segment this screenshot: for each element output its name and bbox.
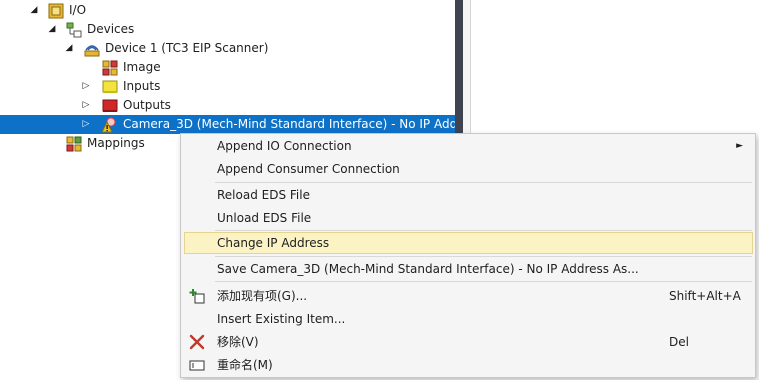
tree-node-outputs[interactable]: ▷ Outputs bbox=[0, 96, 455, 115]
expanded-arrow-icon[interactable]: ◢ bbox=[28, 1, 40, 20]
collapsed-arrow-icon[interactable]: ▷ bbox=[80, 77, 92, 96]
io-folder-icon bbox=[48, 3, 64, 19]
menu-item-reload-eds-file[interactable]: Reload EDS File bbox=[184, 184, 753, 206]
tree-label-outputs: Outputs bbox=[123, 98, 171, 112]
menu-item-add-existing-item[interactable]: 添加现有项(G)... Shift+Alt+A bbox=[184, 285, 753, 307]
menu-separator bbox=[215, 281, 752, 282]
menu-separator bbox=[215, 256, 752, 257]
submenu-arrow-icon: ► bbox=[736, 141, 743, 151]
expanded-arrow-icon[interactable]: ◢ bbox=[46, 20, 58, 39]
menu-label: Append IO Connection bbox=[217, 139, 352, 153]
tree-label-mappings: Mappings bbox=[87, 136, 145, 150]
devices-icon bbox=[66, 22, 82, 38]
outputs-icon bbox=[102, 98, 118, 114]
rename-icon bbox=[189, 357, 205, 373]
tree-node-camera-3d[interactable]: ▷ Camera_3D (Mech-Mind Standard Interfac… bbox=[0, 115, 458, 134]
context-menu: Append IO Connection ► Append Consumer C… bbox=[180, 133, 756, 378]
menu-label: Unload EDS File bbox=[217, 211, 312, 225]
expanded-arrow-icon[interactable]: ◢ bbox=[63, 39, 75, 58]
tree-node-image[interactable]: Image bbox=[0, 58, 455, 77]
menu-item-unload-eds-file[interactable]: Unload EDS File bbox=[184, 207, 753, 229]
add-existing-icon bbox=[189, 288, 205, 304]
remove-x-icon bbox=[189, 334, 205, 350]
menu-shortcut: Del bbox=[669, 335, 689, 349]
menu-separator bbox=[215, 230, 752, 231]
image-icon bbox=[102, 60, 118, 76]
collapsed-arrow-icon[interactable]: ▷ bbox=[80, 115, 92, 134]
menu-label: Insert Existing Item... bbox=[217, 312, 346, 326]
menu-shortcut: Shift+Alt+A bbox=[669, 289, 741, 303]
menu-label: Save Camera_3D (Mech-Mind Standard Inter… bbox=[217, 262, 639, 276]
menu-label: 添加现有项(G)... bbox=[217, 289, 308, 303]
tree-node-inputs[interactable]: ▷ Inputs bbox=[0, 77, 455, 96]
menu-item-save-as[interactable]: Save Camera_3D (Mech-Mind Standard Inter… bbox=[184, 258, 753, 280]
menu-item-insert-existing-item[interactable]: Insert Existing Item... bbox=[184, 308, 753, 330]
tree-label-inputs: Inputs bbox=[123, 79, 161, 93]
tree-label-devices: Devices bbox=[87, 22, 135, 36]
warning-icon bbox=[101, 117, 118, 133]
tree-label-io: I/O bbox=[69, 3, 87, 17]
eip-scanner-icon bbox=[84, 41, 100, 57]
menu-label: 重命名(M) bbox=[217, 358, 273, 372]
mappings-icon bbox=[66, 136, 82, 152]
menu-label: Append Consumer Connection bbox=[217, 162, 400, 176]
tree-node-mappings[interactable]: Mappings bbox=[0, 134, 180, 153]
menu-item-append-io-connection[interactable]: Append IO Connection ► bbox=[184, 135, 753, 157]
tree-node-devices[interactable]: ◢ Devices bbox=[0, 20, 455, 39]
tree-label-camera-3d: Camera_3D (Mech-Mind Standard Interface)… bbox=[123, 117, 458, 131]
tree-node-device1[interactable]: ◢ Device 1 (TC3 EIP Scanner) bbox=[0, 39, 455, 58]
menu-item-append-consumer-connection[interactable]: Append Consumer Connection bbox=[184, 158, 753, 180]
tree-node-io[interactable]: ◢ I/O bbox=[0, 1, 455, 20]
menu-label: Reload EDS File bbox=[217, 188, 310, 202]
menu-label: 移除(V) bbox=[217, 335, 259, 349]
menu-item-change-ip-address[interactable]: Change IP Address bbox=[184, 232, 753, 254]
menu-item-remove[interactable]: 移除(V) Del bbox=[184, 331, 753, 353]
menu-separator bbox=[215, 182, 752, 183]
inputs-icon bbox=[102, 79, 118, 95]
menu-label: Change IP Address bbox=[217, 236, 330, 250]
menu-item-rename[interactable]: 重命名(M) bbox=[184, 354, 753, 376]
collapsed-arrow-icon[interactable]: ▷ bbox=[80, 96, 92, 115]
tree-label-image: Image bbox=[123, 60, 161, 74]
tree-label-device1: Device 1 (TC3 EIP Scanner) bbox=[105, 41, 269, 55]
